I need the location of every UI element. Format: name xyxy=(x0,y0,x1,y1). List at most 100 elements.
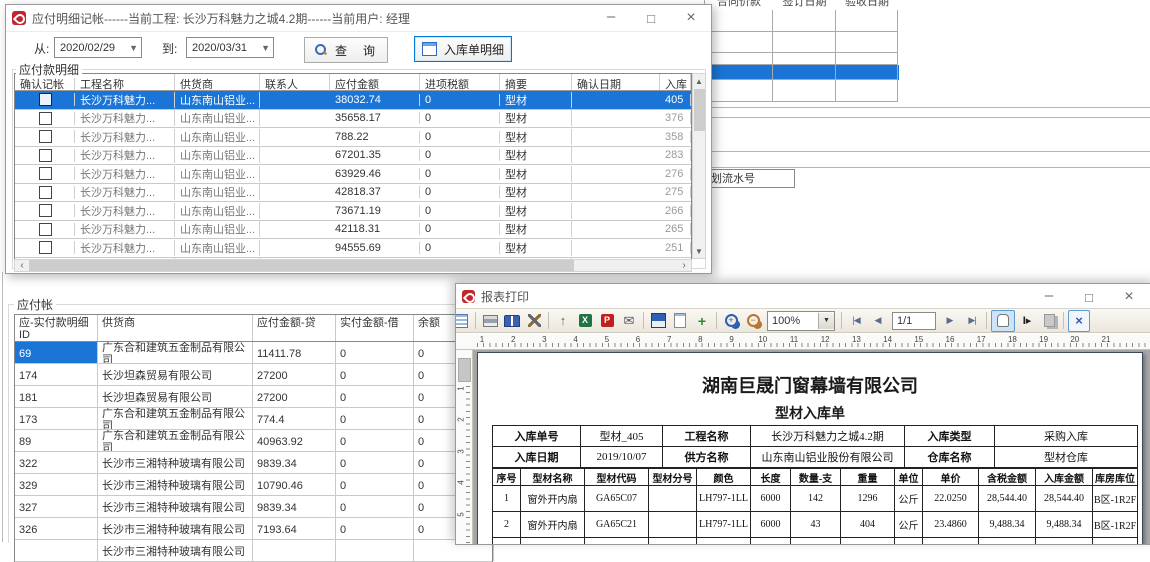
scroll-left-icon[interactable]: ‹ xyxy=(15,260,29,271)
cell: 89 xyxy=(15,430,98,451)
filter-controls: 从: 2020/02/29 ▼ 到: 2020/03/31 ▼ 查 询 入库单明… xyxy=(26,35,696,63)
cell xyxy=(649,512,697,538)
title-bar[interactable]: 应付明细记帐------当前工程: 长沙万科魅力之城4.2期------当前用户… xyxy=(6,5,711,32)
scroll-right-icon[interactable]: › xyxy=(677,260,691,271)
column-header: 进项税额 xyxy=(420,74,500,90)
zoom-in-icon[interactable] xyxy=(721,311,741,331)
add-page-icon[interactable] xyxy=(692,311,712,331)
export-icon[interactable] xyxy=(553,311,573,331)
cell: 173 xyxy=(15,408,98,429)
checkbox[interactable] xyxy=(39,149,52,162)
checkbox[interactable] xyxy=(39,167,52,180)
cell: 358 xyxy=(660,131,691,143)
table-row[interactable]: 长沙市三湘特种玻璃有限公司 xyxy=(15,540,492,562)
app-logo-icon xyxy=(12,11,26,25)
scrollbar-thumb[interactable] xyxy=(29,260,574,271)
checkbox[interactable] xyxy=(39,186,52,199)
first-page-icon[interactable] xyxy=(846,311,866,331)
checkbox[interactable] xyxy=(39,93,52,106)
chevron-down-icon[interactable]: ▼ xyxy=(818,313,834,329)
close-icon[interactable] xyxy=(671,5,711,31)
table-row[interactable]: 长沙万科魅力...山东南山铝业...35658.170型材376 xyxy=(15,110,691,129)
prev-page-icon[interactable] xyxy=(868,311,888,331)
scroll-up-icon[interactable]: ▲ xyxy=(693,74,705,88)
table-row[interactable]: 89广东合和建筑五金制品有限公司40963.9200 xyxy=(15,430,492,452)
toolbar-separator xyxy=(986,312,987,329)
cell xyxy=(895,538,923,546)
table-row[interactable]: 173广东合和建筑五金制品有限公司774.400 xyxy=(15,408,492,430)
zoom-out-icon[interactable] xyxy=(743,311,763,331)
excel-icon[interactable] xyxy=(575,311,595,331)
maximize-icon[interactable] xyxy=(631,5,671,31)
table-row[interactable]: 长沙万科魅力...山东南山铝业...73671.190型材266 xyxy=(15,202,691,221)
pdf-icon[interactable] xyxy=(597,311,617,331)
table-row[interactable]: 长沙万科魅力...山东南山铝业...788.220型材358 xyxy=(15,128,691,147)
cell: LH797-1LL xyxy=(697,486,751,512)
table-row[interactable]: 长沙万科魅力...山东南山铝业...42118.310型材265 xyxy=(15,221,691,240)
report-icon[interactable] xyxy=(455,311,471,331)
last-page-icon[interactable] xyxy=(962,311,982,331)
payables-group-title: 应付帐 xyxy=(14,296,56,313)
hand-tool-icon[interactable] xyxy=(991,310,1015,332)
maximize-icon[interactable] xyxy=(1069,284,1109,310)
payables-table-header: 应-实付款明细ID供货商应付金额-贷实付金额-借余额 xyxy=(14,314,493,342)
title-bar[interactable]: 报表打印 xyxy=(456,284,1150,309)
table-row[interactable]: 181长沙坦森贸易有限公司2720000 xyxy=(15,386,492,408)
scrollbar-thumb[interactable] xyxy=(694,89,705,131)
table-row[interactable]: 长沙万科魅力...山东南山铝业...67201.350型材283 xyxy=(15,147,691,166)
next-page-icon[interactable] xyxy=(940,311,960,331)
page-indicator-input[interactable]: 1/1 xyxy=(892,312,936,330)
preview-area[interactable]: 湖南巨晟门窗幕墙有限公司 型材入库单 入库单号型材_405工程名称长沙万科魅力之… xyxy=(456,350,1150,544)
copy-page-icon[interactable] xyxy=(1039,311,1059,331)
cell: 0 xyxy=(420,242,500,254)
table-row[interactable]: 长沙万科魅力...山东南山铝业...94555.690型材251 xyxy=(15,239,691,258)
query-button[interactable]: 查 询 xyxy=(304,37,388,63)
horizontal-scrollbar[interactable]: ‹ › xyxy=(14,259,692,272)
page-setup-icon[interactable] xyxy=(670,311,690,331)
checkbox[interactable] xyxy=(39,204,52,217)
close-preview-icon[interactable] xyxy=(1068,310,1090,332)
table-row[interactable]: 327长沙市三湘特种玻璃有限公司9839.3400 xyxy=(15,496,492,518)
table-row[interactable]: 174长沙坦森贸易有限公司2720000 xyxy=(15,364,492,386)
table-row[interactable] xyxy=(705,80,899,102)
table-row[interactable] xyxy=(705,10,899,32)
to-date-select[interactable]: 2020/03/31 ▼ xyxy=(186,37,274,58)
table-row[interactable]: 长沙万科魅力...山东南山铝业...42818.370型材275 xyxy=(15,184,691,203)
cell xyxy=(836,80,898,102)
table-row[interactable] xyxy=(705,53,899,65)
checkbox[interactable] xyxy=(39,130,52,143)
from-date-select[interactable]: 2020/02/29 ▼ xyxy=(54,37,142,58)
column-header: 颜色 xyxy=(697,469,751,486)
save-icon[interactable] xyxy=(648,311,668,331)
cell: 0 xyxy=(336,364,414,385)
table-row[interactable]: 322长沙市三湘特种玻璃有限公司9839.3400 xyxy=(15,452,492,474)
table-row[interactable]: 69广东合和建筑五金制品有限公司11411.7800 xyxy=(15,342,492,364)
text-select-icon[interactable] xyxy=(1017,311,1037,331)
table-row[interactable]: 326长沙市三湘特种玻璃有限公司7193.6400 xyxy=(15,518,492,540)
table-row[interactable]: 329长沙市三湘特种玻璃有限公司10790.4600 xyxy=(15,474,492,496)
form-icon xyxy=(422,42,437,56)
table-row[interactable] xyxy=(705,32,899,53)
inbound-detail-button[interactable]: 入库单明细 xyxy=(414,36,512,62)
minimize-icon[interactable] xyxy=(591,5,631,31)
zoom-level-select[interactable]: 100%▼ xyxy=(767,311,835,331)
minimize-icon[interactable] xyxy=(1029,284,1069,310)
cell: 山东南山铝业... xyxy=(175,240,260,256)
table-row[interactable]: 长沙万科魅力...山东南山铝业...38032.740型材405 xyxy=(15,91,691,110)
printer-icon[interactable] xyxy=(480,311,500,331)
checkbox[interactable] xyxy=(39,223,52,236)
scroll-down-icon[interactable]: ▼ xyxy=(693,244,705,258)
mail-icon[interactable] xyxy=(619,311,639,331)
close-icon[interactable] xyxy=(1109,284,1149,310)
table-row[interactable]: 长沙万科魅力...山东南山铝业...63929.460型材276 xyxy=(15,165,691,184)
vertical-scrollbar[interactable]: ▲ ▼ xyxy=(692,73,706,259)
book-icon[interactable] xyxy=(502,311,522,331)
cell: 型材 xyxy=(500,147,572,163)
table-row[interactable] xyxy=(705,65,899,80)
checkbox[interactable] xyxy=(39,112,52,125)
tools-icon[interactable] xyxy=(524,311,544,331)
column-header: 摘要 xyxy=(500,74,572,90)
checkbox[interactable] xyxy=(39,241,52,254)
field-value: 型材仓库 xyxy=(995,447,1138,468)
cell xyxy=(791,538,841,546)
